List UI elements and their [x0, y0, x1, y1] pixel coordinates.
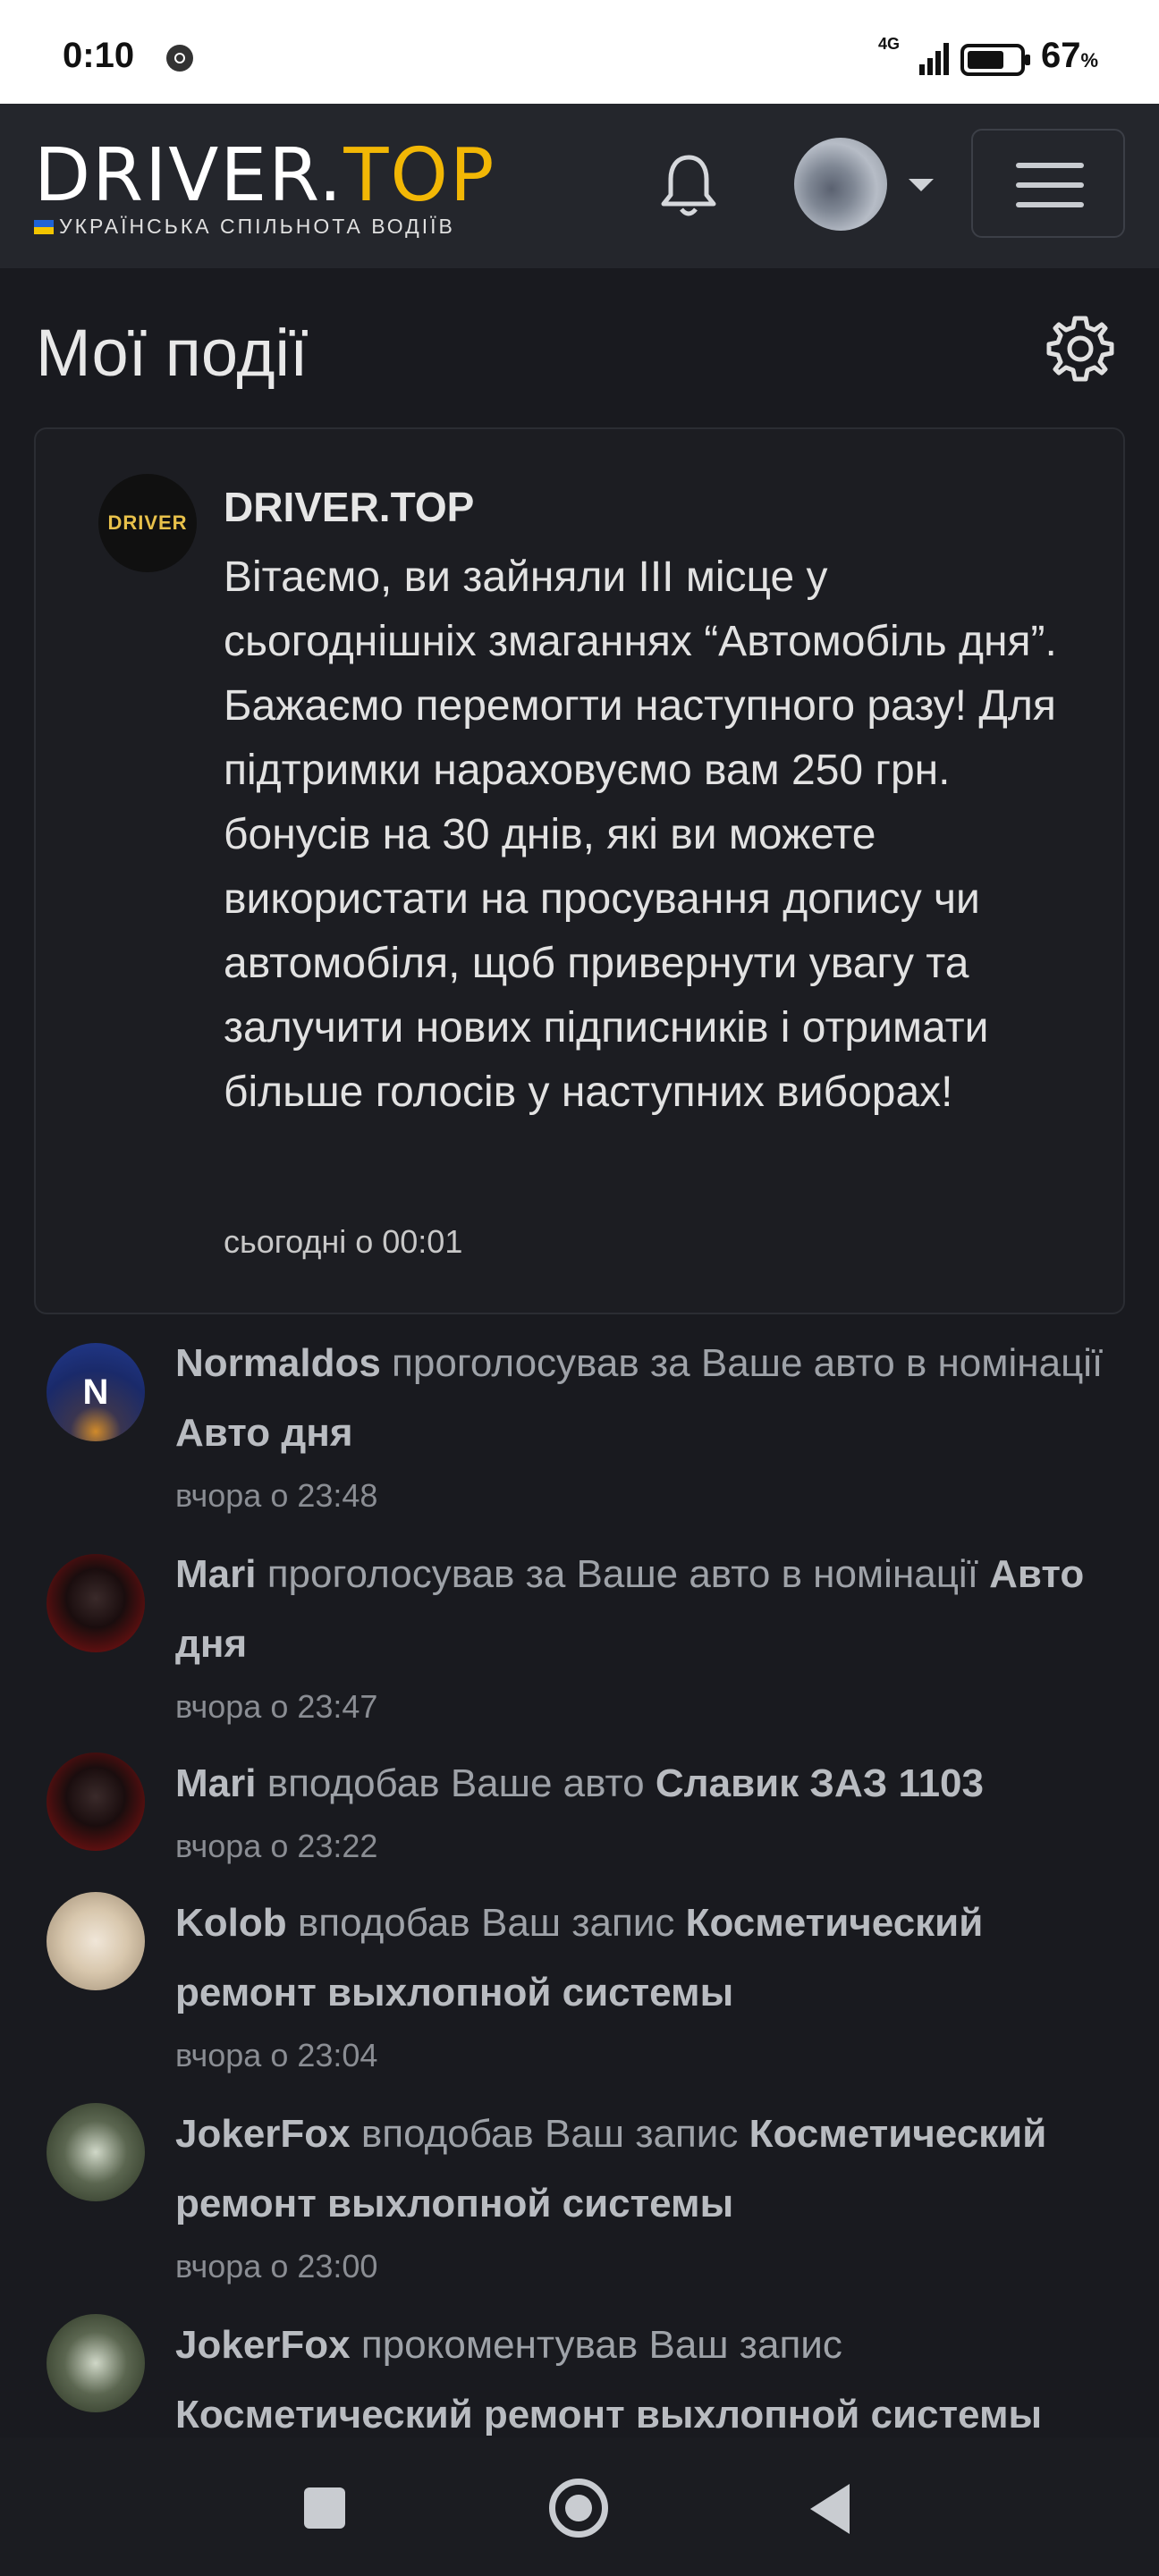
event-text: Mari проголосував за Ваше авто в номінац…: [175, 1540, 1123, 1679]
event-time: вчора о 23:22: [175, 1828, 378, 1864]
avatar[interactable]: [47, 1554, 145, 1652]
logo-right: TOP: [343, 133, 496, 218]
menu-icon-line: [1016, 182, 1084, 188]
menu-icon-line: [1016, 202, 1084, 207]
chrome-icon: [166, 45, 193, 72]
event-user[interactable]: JokerFox: [175, 2112, 351, 2156]
user-avatar[interactable]: [794, 138, 887, 231]
avatar[interactable]: [47, 2314, 145, 2412]
logo-tagline: УКРАЇНСЬКА СПІЛЬНОТА ВОДІЇВ: [59, 215, 455, 238]
status-time: 0:10: [63, 36, 135, 75]
notification-message: Вітаємо, ви зайняли ІІІ місце у сьогодні…: [224, 553, 1057, 1116]
status-bar: 0:10 4G 67%: [0, 0, 1159, 104]
back-icon[interactable]: [810, 2484, 850, 2534]
site-header: DRIVER.TOP УКРАЇНСЬКА СПІЛЬНОТА ВОДІЇВ: [0, 104, 1159, 268]
event-action: прокоментував Ваш запис: [350, 2323, 842, 2367]
event-action: вподобав Ваш запис: [350, 2112, 749, 2156]
event-time: вчора о 23:48: [175, 1477, 378, 1514]
event-text: Mari вподобав Ваше авто Славик ЗАЗ 1103: [175, 1749, 1123, 1819]
event-text: JokerFox прокоментував Ваш запис Космети…: [175, 2310, 1123, 2450]
menu-button[interactable]: [971, 129, 1125, 238]
logo-left: DRIVER.: [34, 133, 344, 218]
event-user[interactable]: Mari: [175, 1761, 256, 1805]
chevron-down-icon[interactable]: [909, 179, 934, 191]
event-time: вчора о 23:04: [175, 2037, 378, 2073]
page-title: Мої події: [36, 316, 309, 390]
ukraine-flag-icon: [34, 219, 54, 234]
event-text: Kolob вподобав Ваш запис Косметический р…: [175, 1888, 1123, 2028]
avatar-letter: N: [82, 1372, 109, 1412]
notification-time: сьогодні о 00:01: [224, 1223, 463, 1260]
event-action: вподобав Ваше авто: [256, 1761, 656, 1805]
avatar[interactable]: [47, 1753, 145, 1851]
event-time: вчора о 23:00: [175, 2248, 378, 2285]
gear-icon[interactable]: [1045, 313, 1116, 384]
network-type: 4G: [878, 35, 901, 53]
event-user[interactable]: Kolob: [175, 1901, 287, 1945]
featured-notification[interactable]: DRIVER DRIVER.TOP Вітаємо, ви зайняли ІІ…: [34, 427, 1125, 1314]
menu-icon: [1016, 163, 1084, 168]
event-target[interactable]: Славик ЗАЗ 1103: [656, 1761, 984, 1805]
home-icon[interactable]: [549, 2479, 608, 2538]
card-logo-text: DRIVER: [107, 511, 188, 534]
event-text: Normaldos проголосував за Ваше авто в но…: [175, 1329, 1123, 1468]
event-text: JokerFox вподобав Ваш запис Косметически…: [175, 2099, 1123, 2239]
signal-icon: [919, 43, 949, 75]
battery-unit: %: [1080, 49, 1099, 72]
battery-icon: [960, 44, 1030, 76]
event-target[interactable]: Авто дня: [175, 1411, 353, 1455]
battery-value: 67: [1041, 36, 1081, 75]
logo-wordmark: DRIVER.TOP: [34, 139, 495, 213]
avatar[interactable]: [47, 1892, 145, 1990]
event-time: вчора о 23:47: [175, 1688, 378, 1725]
event-user[interactable]: Normaldos: [175, 1341, 381, 1385]
event-action: проголосував за Ваше авто в номінації: [256, 1552, 990, 1596]
system-nav-bar: [0, 2437, 1159, 2576]
event-user[interactable]: JokerFox: [175, 2323, 351, 2367]
recents-icon[interactable]: [304, 2487, 345, 2529]
notification-author: DRIVER.TOP: [224, 484, 475, 530]
site-logo[interactable]: DRIVER.TOP УКРАЇНСЬКА СПІЛЬНОТА ВОДІЇВ: [34, 139, 495, 239]
avatar[interactable]: [47, 2103, 145, 2201]
event-target[interactable]: Косметический ремонт выхлопной системы: [175, 2393, 1042, 2437]
logo-tagline-row: УКРАЇНСЬКА СПІЛЬНОТА ВОДІЇВ: [34, 215, 495, 239]
event-user[interactable]: Mari: [175, 1552, 256, 1596]
event-action: проголосував за Ваше авто в номінації: [380, 1341, 1104, 1385]
avatar[interactable]: N: [47, 1343, 145, 1441]
event-action: вподобав Ваш запис: [286, 1901, 686, 1945]
bell-icon[interactable]: [656, 150, 721, 222]
driver-top-logo: DRIVER: [98, 474, 197, 572]
battery-percent: 67%: [1041, 36, 1098, 76]
